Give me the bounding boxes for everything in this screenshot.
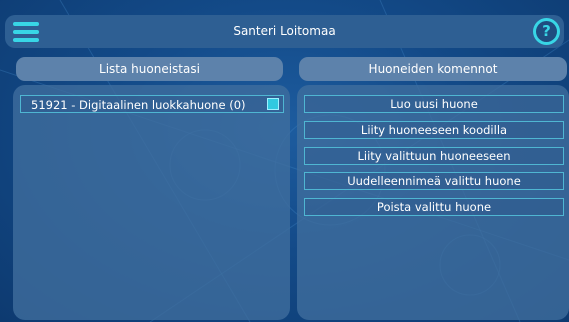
delete-selected-room-button[interactable]: Poista valittu huone <box>304 198 564 216</box>
room-select-checkbox[interactable] <box>267 98 279 110</box>
room-item-label: 51921 - Digitaalinen luokkahuone (0) <box>31 98 246 112</box>
user-name: Santeri Loitomaa <box>233 24 336 38</box>
rooms-panel-title: Lista huoneistasi <box>16 57 283 81</box>
commands-panel-title: Huoneiden komennot <box>299 57 567 81</box>
join-room-by-code-button[interactable]: Liity huoneeseen koodilla <box>304 121 564 139</box>
question-mark-icon: ? <box>536 21 557 42</box>
rooms-panel <box>13 85 290 320</box>
top-bar: Santeri Loitomaa ? <box>5 15 564 48</box>
rename-selected-room-button[interactable]: Uudelleennimeä valittu huone <box>304 172 564 190</box>
hamburger-menu-icon[interactable] <box>13 22 39 42</box>
join-selected-room-button[interactable]: Liity valittuun huoneeseen <box>304 147 564 165</box>
room-list-item[interactable]: 51921 - Digitaalinen luokkahuone (0) <box>20 95 284 113</box>
help-button[interactable]: ? <box>533 18 560 45</box>
create-room-button[interactable]: Luo uusi huone <box>304 95 564 113</box>
